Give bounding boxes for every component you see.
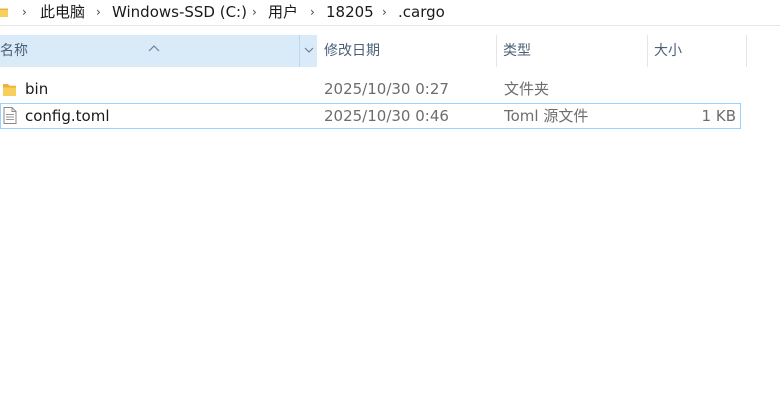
breadcrumb-separator-icon: › [252, 5, 257, 19]
file-modified: 2025/10/30 0:27 [324, 80, 449, 98]
file-modified: 2025/10/30 0:46 [324, 107, 449, 125]
file-explorer: › 此电脑 › Windows-SSD (C:) › 用户 › 18205 › … [0, 0, 780, 409]
column-header-name-label: 名称 [0, 43, 28, 59]
breadcrumb-separator-icon: › [22, 5, 27, 19]
chevron-down-icon[interactable] [303, 35, 315, 67]
column-header-size-label: 大小 [654, 43, 682, 59]
breadcrumb: › 此电脑 › Windows-SSD (C:) › 用户 › 18205 › … [0, 0, 780, 26]
column-header-name[interactable]: 名称 [0, 35, 317, 67]
breadcrumb-separator-icon: › [310, 5, 315, 19]
file-name: bin [25, 80, 49, 98]
file-icon [2, 107, 18, 124]
file-type: Toml 源文件 [504, 107, 589, 125]
sort-ascending-icon [148, 33, 160, 52]
file-row-bin[interactable]: bin 2025/10/30 0:27 文件夹 [0, 77, 741, 103]
column-header-modified[interactable]: 修改日期 [318, 35, 496, 67]
column-divider [746, 35, 747, 67]
file-name: config.toml [25, 107, 110, 125]
column-header-type-label: 类型 [503, 43, 531, 59]
file-row-config-toml[interactable]: config.toml 2025/10/30 0:46 Toml 源文件 1 K… [0, 103, 741, 129]
column-header-size[interactable]: 大小 [648, 35, 746, 67]
folder-icon [2, 81, 18, 98]
breadcrumb-item-this-pc[interactable]: 此电脑 [40, 2, 85, 22]
file-type: 文件夹 [504, 80, 550, 98]
column-divider [299, 35, 300, 67]
breadcrumb-item-users[interactable]: 用户 [268, 2, 298, 22]
breadcrumb-item-current[interactable]: .cargo [398, 2, 445, 22]
breadcrumb-separator-icon: › [96, 5, 101, 19]
column-header-type[interactable]: 类型 [497, 35, 647, 67]
column-header-modified-label: 修改日期 [324, 43, 380, 59]
breadcrumb-separator-icon: › [382, 5, 387, 19]
breadcrumb-item-drive[interactable]: Windows-SSD (C:) [112, 2, 247, 22]
folder-icon [0, 4, 8, 18]
breadcrumb-item-user-folder[interactable]: 18205 [326, 2, 374, 22]
file-size: 1 KB [701, 107, 736, 125]
column-header-row: 名称 修改日期 类型 大小 [0, 35, 780, 67]
